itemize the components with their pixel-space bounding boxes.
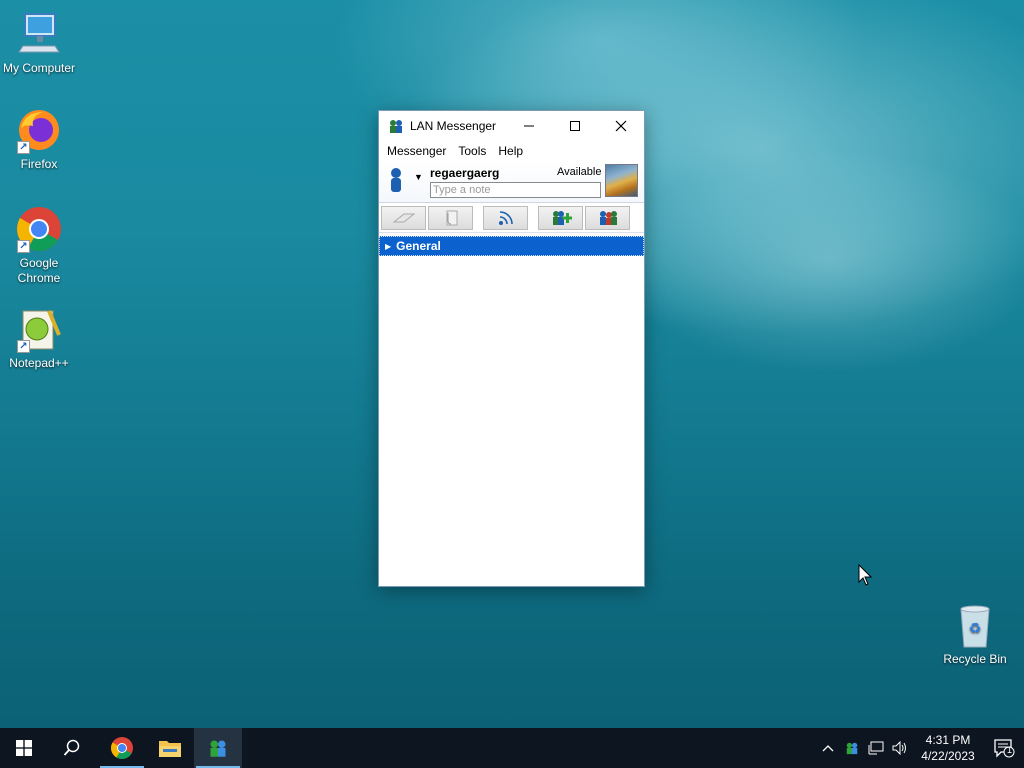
group-label: General bbox=[396, 239, 441, 253]
desktop-icon-label: Notepad++ bbox=[9, 356, 69, 370]
maximize-icon bbox=[570, 121, 580, 131]
expand-arrow-icon[interactable]: ▶ bbox=[385, 242, 391, 251]
lan-messenger-window: LAN Messenger Messenger Tools Help ▼ reg… bbox=[378, 110, 645, 587]
minimize-icon bbox=[524, 125, 534, 127]
add-user-icon bbox=[552, 210, 572, 225]
lan-messenger-icon bbox=[210, 740, 226, 757]
chevron-up-icon bbox=[822, 745, 834, 752]
system-tray: 4:31 PM 4/22/2023 1 bbox=[816, 728, 1024, 768]
desktop-icon-notepad-plus-plus[interactable]: ↗ Notepad++ bbox=[1, 305, 77, 371]
start-button[interactable] bbox=[0, 728, 48, 768]
contacts-group-icon bbox=[599, 210, 617, 225]
action-center-button[interactable]: 1 bbox=[984, 728, 1024, 768]
speaker-icon bbox=[892, 741, 906, 755]
file-icon bbox=[446, 210, 457, 225]
svg-text:♻: ♻ bbox=[969, 621, 982, 637]
menu-bar: Messenger Tools Help bbox=[379, 141, 644, 161]
desktop-icon-recycle-bin[interactable]: ♻ Recycle Bin bbox=[937, 601, 1013, 667]
shortcut-arrow-icon: ↗ bbox=[17, 340, 30, 353]
contact-list bbox=[379, 257, 644, 586]
avatar[interactable] bbox=[605, 164, 638, 197]
desktop-icon-label: Google Chrome bbox=[17, 256, 61, 285]
close-button[interactable] bbox=[598, 111, 644, 141]
desktop-icon-my-computer[interactable]: My Computer bbox=[1, 10, 77, 76]
lan-messenger-app-icon bbox=[388, 118, 404, 134]
desktop-icon-google-chrome[interactable]: ↗ Google Chrome bbox=[1, 205, 77, 286]
minimize-button[interactable] bbox=[506, 111, 552, 141]
clock-time: 4:31 PM bbox=[925, 733, 971, 747]
window-title: LAN Messenger bbox=[410, 119, 497, 133]
add-contact-button[interactable] bbox=[538, 205, 583, 230]
broadcast-icon bbox=[498, 210, 513, 225]
desktop-icon-label: My Computer bbox=[2, 61, 76, 75]
maximize-button[interactable] bbox=[552, 111, 598, 141]
menu-tools[interactable]: Tools bbox=[452, 144, 492, 158]
notepad-plus-plus-icon: ↗ bbox=[15, 305, 63, 353]
menu-help[interactable]: Help bbox=[492, 144, 529, 158]
computer-icon bbox=[15, 10, 63, 58]
desktop-icon-label: Firefox bbox=[20, 157, 58, 171]
broadcast-button[interactable] bbox=[483, 205, 528, 230]
desktop-icon-label: Recycle Bin bbox=[943, 652, 1007, 666]
mouse-cursor-icon bbox=[858, 563, 873, 589]
note-input[interactable] bbox=[430, 182, 601, 198]
shortcut-arrow-icon: ↗ bbox=[17, 240, 30, 253]
folder-icon bbox=[159, 741, 181, 757]
send-file-button[interactable] bbox=[428, 205, 473, 230]
title-bar[interactable]: LAN Messenger bbox=[379, 111, 644, 141]
chat-icon bbox=[392, 213, 415, 222]
taskbar-file-explorer-button[interactable] bbox=[146, 728, 194, 768]
user-name: regaergaerg bbox=[430, 166, 500, 180]
close-icon bbox=[615, 120, 627, 132]
search-icon bbox=[63, 739, 80, 756]
chrome-icon: ↗ bbox=[15, 205, 63, 253]
lan-messenger-icon bbox=[846, 742, 858, 755]
chat-button[interactable] bbox=[381, 205, 426, 230]
clock-date: 4/22/2023 bbox=[921, 749, 975, 763]
clock-button[interactable]: 4:31 PM 4/22/2023 bbox=[912, 732, 984, 764]
taskbar: 4:31 PM 4/22/2023 1 bbox=[0, 728, 1024, 768]
group-contacts-button[interactable] bbox=[585, 205, 630, 230]
windows-logo-icon bbox=[16, 740, 32, 756]
recycle-bin-icon: ♻ bbox=[951, 601, 999, 649]
taskbar-lan-messenger-button[interactable] bbox=[194, 728, 242, 768]
tray-lan-messenger-button[interactable] bbox=[840, 728, 864, 768]
volume-button[interactable] bbox=[888, 728, 912, 768]
menu-messenger[interactable]: Messenger bbox=[381, 144, 452, 158]
user-status-icon[interactable] bbox=[388, 167, 404, 193]
taskbar-chrome-button[interactable] bbox=[98, 728, 146, 768]
notification-count: 1 bbox=[1007, 745, 1013, 755]
toolbar bbox=[379, 203, 644, 233]
network-button[interactable] bbox=[864, 728, 888, 768]
network-icon bbox=[868, 741, 884, 755]
contact-group-general[interactable]: ▶ General bbox=[379, 236, 644, 256]
status-text: Available bbox=[557, 166, 602, 178]
status-dropdown-arrow-icon[interactable]: ▼ bbox=[414, 172, 423, 182]
shortcut-arrow-icon: ↗ bbox=[17, 141, 30, 154]
firefox-icon: ↗ bbox=[15, 106, 63, 154]
desktop-icon-firefox[interactable]: ↗ Firefox bbox=[1, 106, 77, 172]
chrome-icon bbox=[111, 737, 133, 759]
search-button[interactable] bbox=[48, 728, 96, 768]
user-info-panel: ▼ regaergaerg Available bbox=[379, 161, 644, 203]
show-hidden-icons-button[interactable] bbox=[816, 728, 840, 768]
